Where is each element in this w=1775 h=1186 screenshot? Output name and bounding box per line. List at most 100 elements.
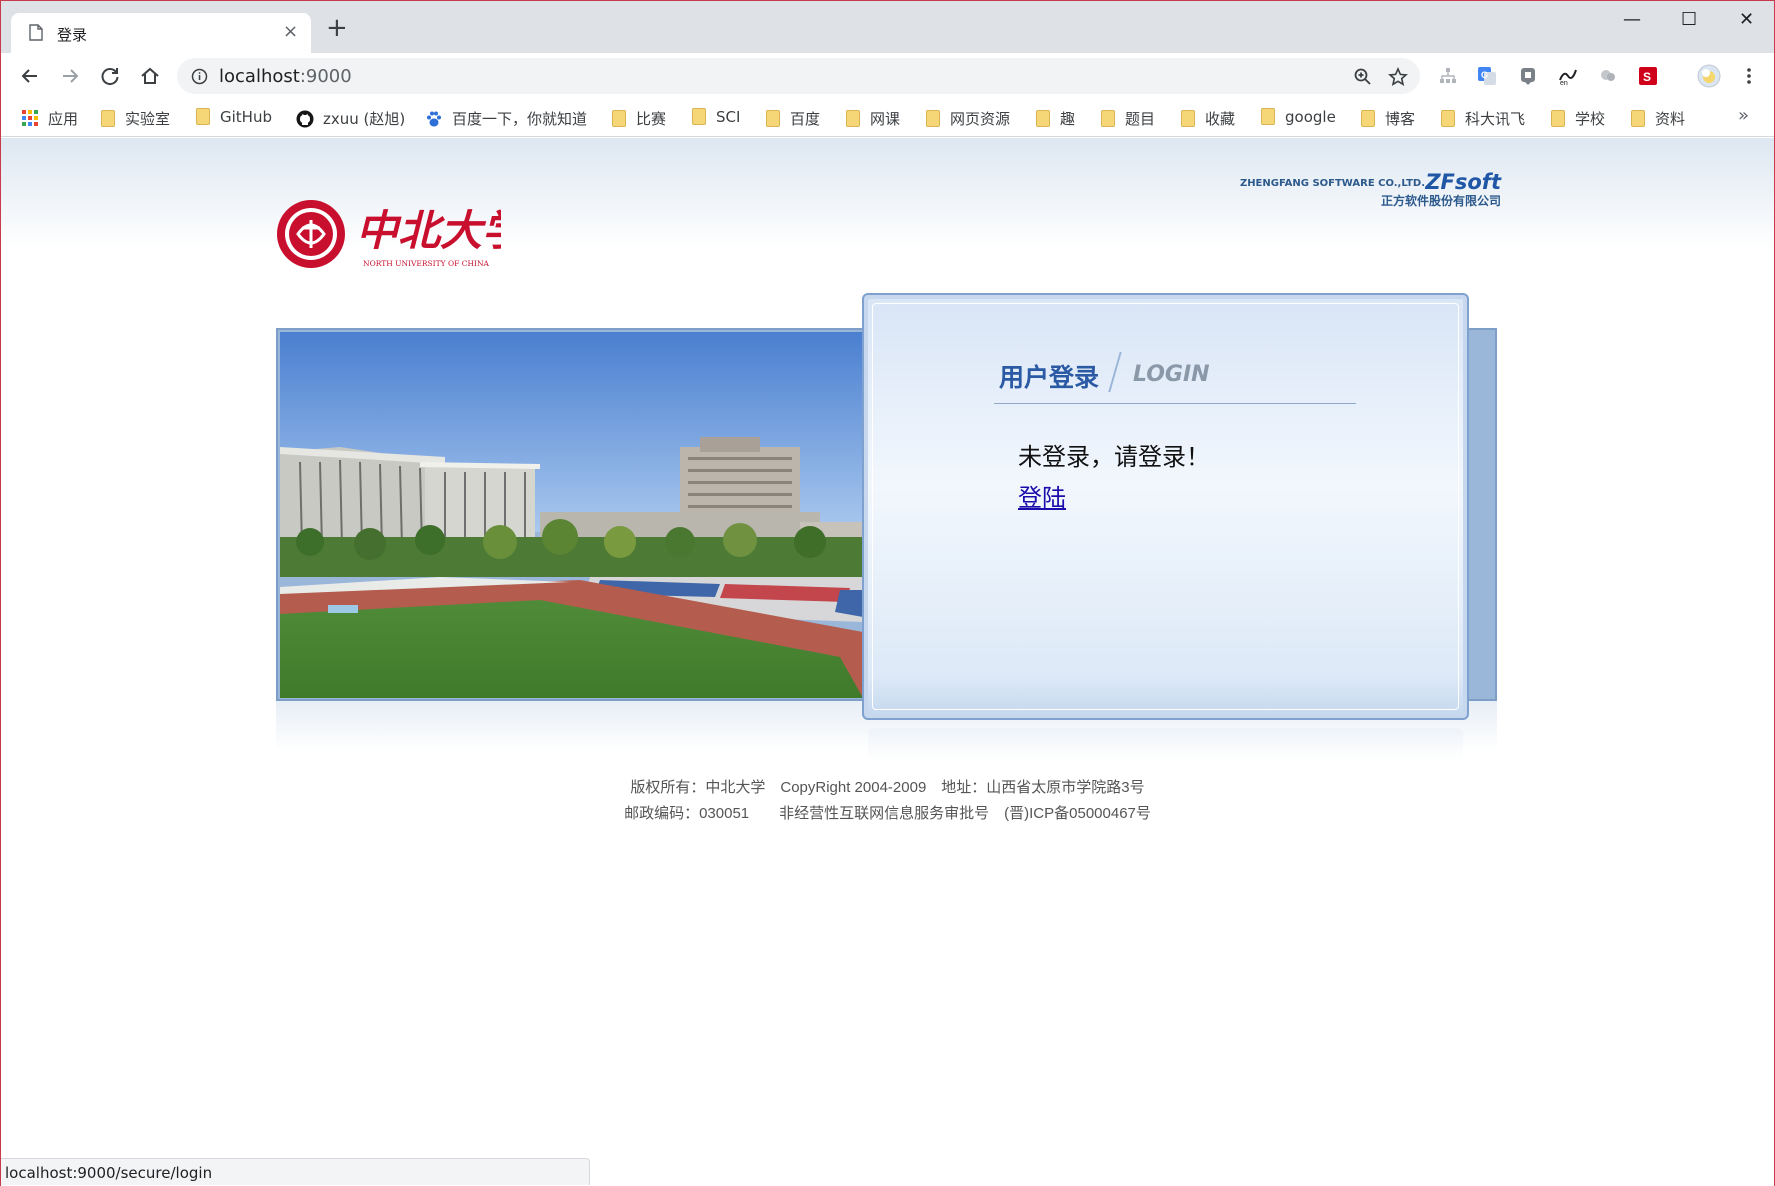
login-message: 未登录，请登录！: [1018, 443, 1210, 471]
folder-icon: [1551, 110, 1565, 127]
more-bookmarks-icon[interactable]: »: [1738, 105, 1749, 126]
folder-icon: [1181, 110, 1195, 127]
university-name-en: NORTH UNIVERSITY OF CHINA: [363, 259, 490, 268]
bookmark-folder[interactable]: 资料: [1631, 108, 1685, 128]
page-content: 中北大学 NORTH UNIVERSITY OF CHINA ZHENGFANG…: [1, 138, 1774, 1186]
folder-icon: [926, 110, 940, 127]
vendor-brand: ZFsoft: [1425, 170, 1501, 194]
google-translate-icon[interactable]: G: [1477, 66, 1497, 86]
campus-photo: [280, 332, 863, 698]
browser-toolbar: localhost:9000 G en S: [1, 53, 1774, 99]
status-url-bubble: localhost:9000/secure/login: [1, 1158, 590, 1185]
bookmark-folder[interactable]: 网课: [846, 108, 900, 128]
url-host: localhost: [219, 66, 300, 87]
maximize-button[interactable]: ☐: [1681, 9, 1697, 31]
close-tab-icon[interactable]: ×: [283, 22, 298, 42]
footer-copyright: 版权所有：中北大学 CopyRight 2004-2009 地址：山西省太原市学…: [630, 779, 1145, 796]
folder-icon: [101, 110, 115, 127]
bookmarks-bar: 应用 实验室 GitHub zxuu (赵旭) 百度一下，你就知道 比赛 SCI…: [1, 99, 1774, 137]
folder-icon: [1261, 108, 1275, 125]
bookmark-label: 收藏: [1205, 110, 1236, 128]
bookmark-label: 实验室: [125, 110, 171, 128]
bookmark-label: 百度一下，你就知道: [452, 110, 588, 128]
tab-title: 登录: [57, 26, 88, 44]
bookmark-label: 比赛: [636, 110, 667, 128]
address-bar[interactable]: localhost:9000: [177, 58, 1420, 94]
login-panel-reflection: [868, 728, 1463, 760]
folder-icon: [846, 110, 860, 127]
bookmark-label: google: [1285, 108, 1336, 126]
bookmark-label: 题目: [1125, 110, 1156, 128]
bookmark-folder[interactable]: 比赛: [612, 108, 666, 128]
bookmark-label: zxuu (赵旭): [323, 110, 406, 128]
home-icon[interactable]: [135, 61, 165, 91]
tab-strip: 登录 × + — ☐ ✕: [1, 1, 1774, 54]
bookmark-folder[interactable]: 实验室: [101, 108, 170, 128]
folder-icon: [692, 108, 706, 125]
login-panel-inner: 用户登录 LOGIN 未登录，请登录！ 登陆: [872, 303, 1459, 710]
tab-login[interactable]: 登录 ×: [11, 13, 311, 54]
forward-icon[interactable]: [55, 61, 85, 91]
bookmark-folder[interactable]: google: [1261, 108, 1336, 128]
bookmark-label: 应用: [48, 110, 79, 128]
bookmark-folder[interactable]: 百度: [766, 108, 820, 128]
baidu-paw-icon: [427, 111, 441, 127]
folder-icon: [612, 110, 626, 127]
minimize-button[interactable]: —: [1623, 9, 1641, 31]
bookmark-label: 资料: [1655, 110, 1686, 128]
bookmark-star-icon[interactable]: [1388, 67, 1408, 87]
extension-en-icon[interactable]: en: [1558, 66, 1578, 86]
bookmark-apps[interactable]: 应用: [21, 108, 78, 128]
svg-text:en: en: [1560, 80, 1568, 86]
extension-red-icon[interactable]: S: [1638, 66, 1658, 86]
login-panel: 用户登录 LOGIN 未登录，请登录！ 登陆: [862, 293, 1469, 720]
bookmark-folder[interactable]: 科大讯飞: [1441, 108, 1525, 128]
bookmark-folder[interactable]: 题目: [1101, 108, 1155, 128]
reload-icon[interactable]: [95, 61, 125, 91]
header-gradient: [1, 138, 1774, 250]
bookmark-label: 网课: [870, 110, 901, 128]
bookmark-label: 科大讯飞: [1465, 110, 1526, 128]
footer-icp: 邮政编码：030051 非经营性互联网信息服务审批号 (晋)ICP备050004…: [624, 805, 1151, 822]
new-tab-button[interactable]: +: [326, 15, 348, 41]
svg-text:S: S: [1643, 70, 1651, 84]
folder-icon: [1361, 110, 1375, 127]
bookmark-folder[interactable]: 趣: [1036, 108, 1075, 128]
bookmark-folder[interactable]: SCI: [692, 108, 740, 128]
svg-text:G: G: [1481, 70, 1488, 80]
github-icon: [296, 110, 314, 128]
folder-icon: [1101, 110, 1115, 127]
bookmark-label: SCI: [716, 108, 741, 126]
folder-icon: [196, 108, 210, 125]
login-title-en: LOGIN: [1133, 362, 1210, 387]
info-icon[interactable]: [191, 68, 208, 85]
bookmark-label: GitHub: [220, 108, 272, 126]
bookmark-folder[interactable]: GitHub: [196, 108, 272, 128]
url-text[interactable]: localhost:9000: [219, 66, 352, 87]
zoom-icon[interactable]: [1353, 67, 1373, 87]
menu-kebab-icon[interactable]: [1739, 66, 1759, 86]
page-icon: [29, 24, 43, 41]
profile-avatar[interactable]: [1697, 64, 1721, 88]
login-link[interactable]: 登陆: [1018, 478, 1066, 513]
bookmark-baidu[interactable]: 百度一下，你就知道: [425, 108, 587, 128]
back-icon[interactable]: [15, 61, 45, 91]
bookmark-label: 博客: [1385, 110, 1416, 128]
bookmark-label: 趣: [1060, 110, 1076, 128]
folder-icon: [1036, 110, 1050, 127]
extension-shield-icon[interactable]: [1518, 66, 1538, 86]
folder-icon: [1441, 110, 1455, 127]
bookmark-github[interactable]: zxuu (赵旭): [296, 108, 405, 128]
extension-sitemap-icon[interactable]: [1438, 66, 1458, 86]
bookmark-folder[interactable]: 学校: [1551, 108, 1605, 128]
bookmark-folder[interactable]: 博客: [1361, 108, 1415, 128]
login-title: 用户登录: [999, 363, 1100, 392]
extension-cloud-icon[interactable]: [1598, 66, 1618, 86]
close-window-button[interactable]: ✕: [1739, 9, 1754, 31]
vendor-name-en: ZHENGFANG SOFTWARE CO.,LTD.: [1239, 178, 1425, 189]
bookmark-folder[interactable]: 网页资源: [926, 108, 1010, 128]
apps-grid-icon: [22, 110, 38, 126]
bookmark-folder[interactable]: 收藏: [1181, 108, 1235, 128]
vendor-logo: ZHENGFANG SOFTWARE CO.,LTD. ZFsoft 正方软件股…: [1231, 170, 1501, 216]
bookmark-label: 网页资源: [950, 110, 1011, 128]
